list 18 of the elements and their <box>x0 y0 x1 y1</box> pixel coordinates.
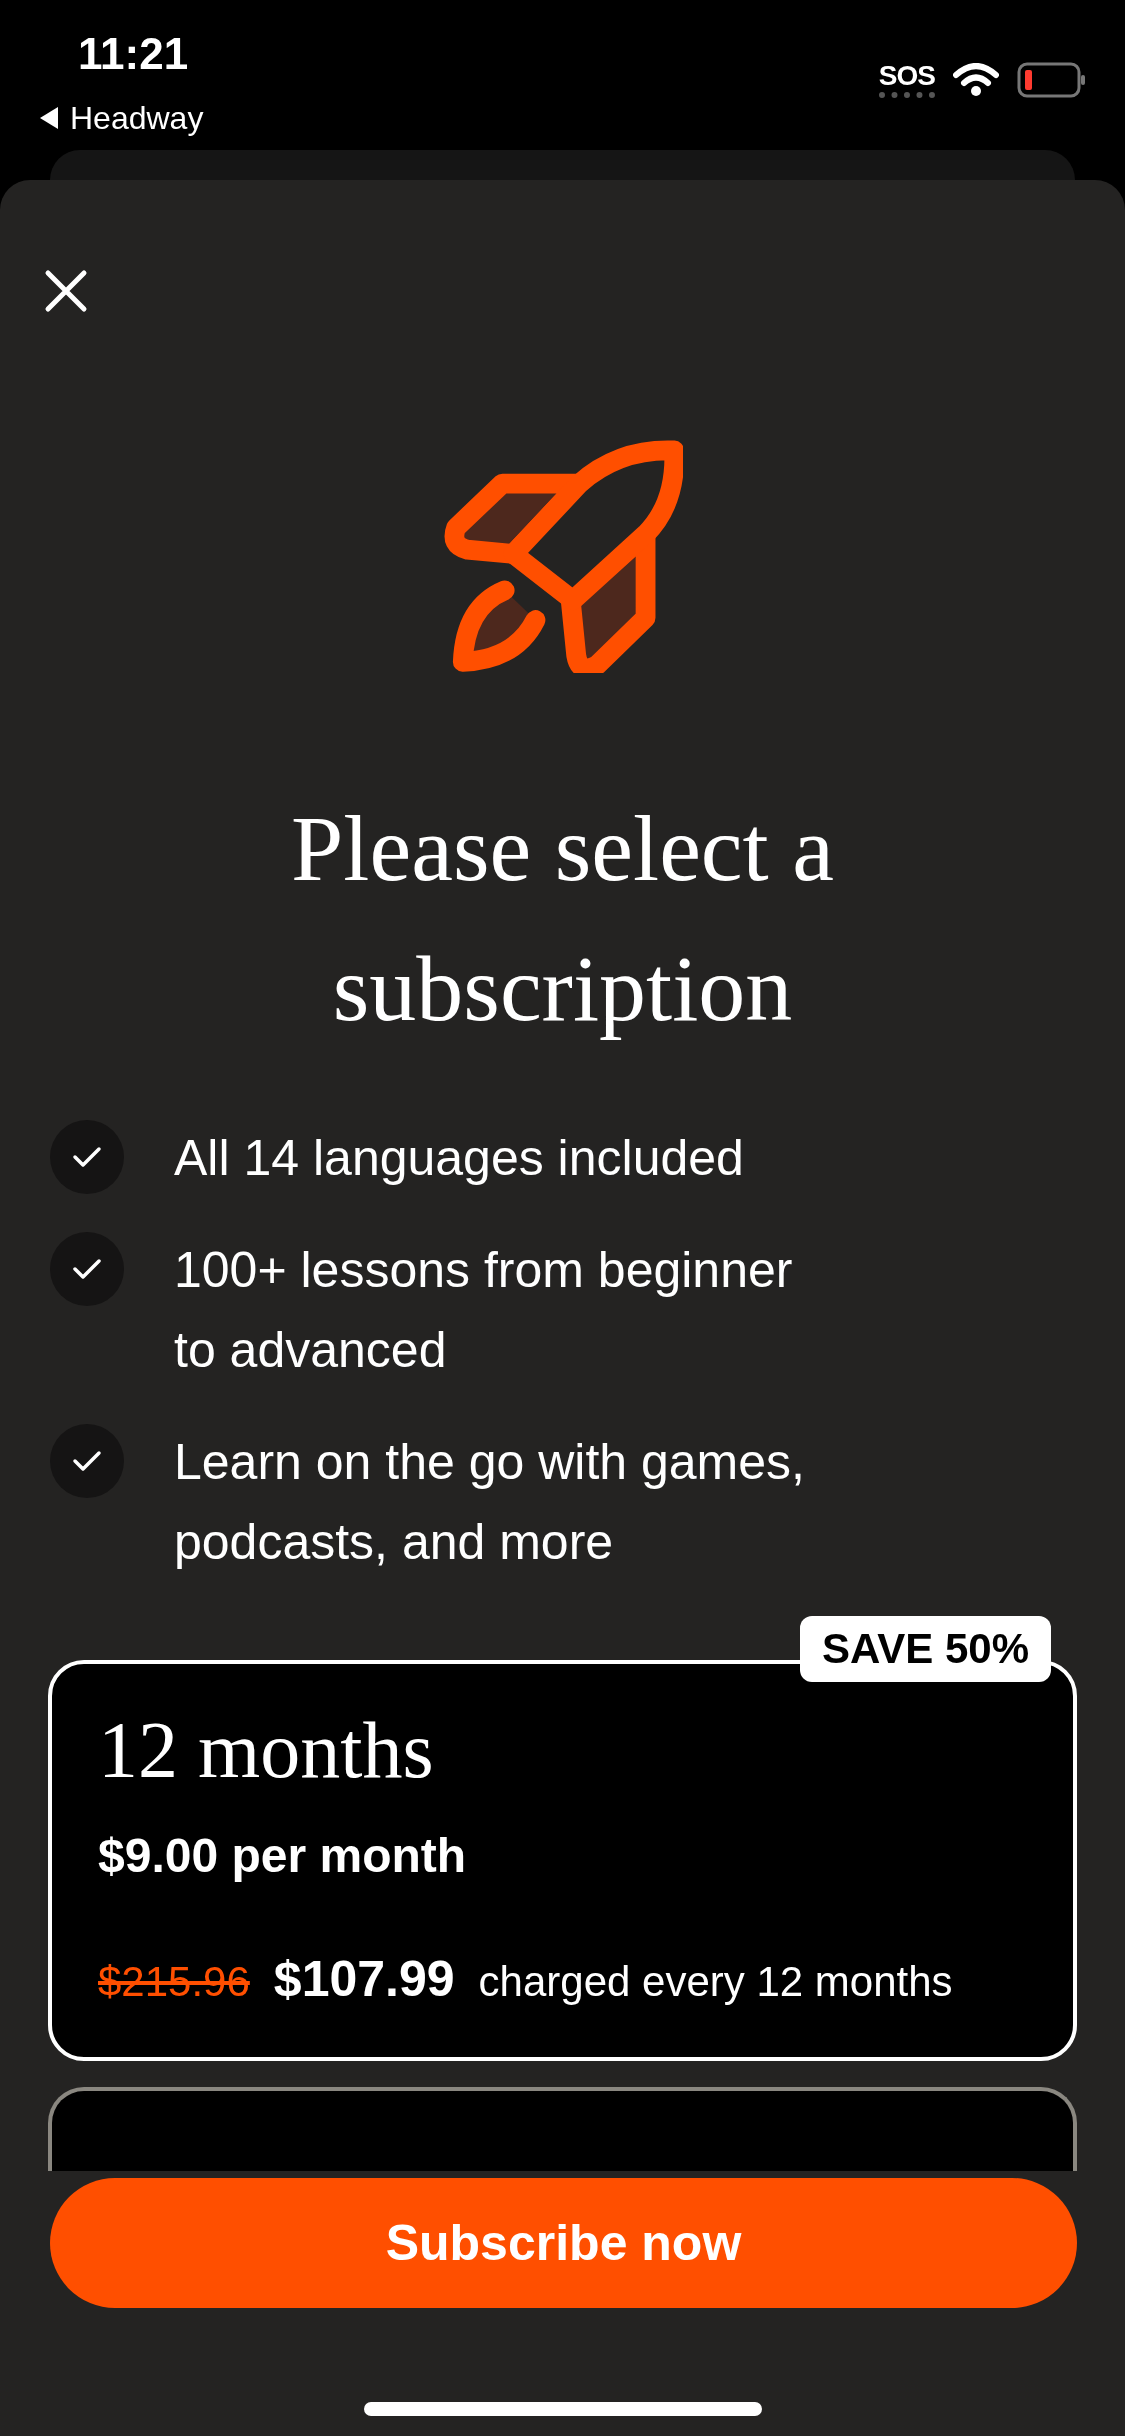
plan-duration: 12 months <box>98 1710 435 1790</box>
battery-icon <box>1017 62 1087 98</box>
feature-text: 100+ lessons from beginner to advanced <box>174 1241 794 1380</box>
status-time: 11:21 <box>78 32 189 76</box>
old-price: $215.96 <box>98 1957 250 2007</box>
discount-badge: SAVE 50% <box>800 1616 1051 1683</box>
billing-text: charged every 12 months <box>478 1957 953 2007</box>
page-title: Please select a subscription <box>290 795 835 1042</box>
sos-indicator: SOS <box>878 62 935 98</box>
feature-text: All 14 languages included <box>174 1129 745 1188</box>
total-price: $107.99 <box>273 1950 455 2009</box>
back-app-link[interactable]: Headway <box>70 102 204 134</box>
back-triangle-icon <box>38 105 60 131</box>
wifi-icon <box>953 63 999 97</box>
plan-card[interactable] <box>48 2087 1077 2171</box>
plan-card[interactable]: SAVE 50% 12 months $9.00 per month $215.96 $107.99 charged every 12 months <box>48 1616 1077 2061</box>
monthly-price: $9.00 per month <box>98 1828 468 1884</box>
feature-text: Learn on the go with games, podcasts, and more <box>174 1433 806 1572</box>
